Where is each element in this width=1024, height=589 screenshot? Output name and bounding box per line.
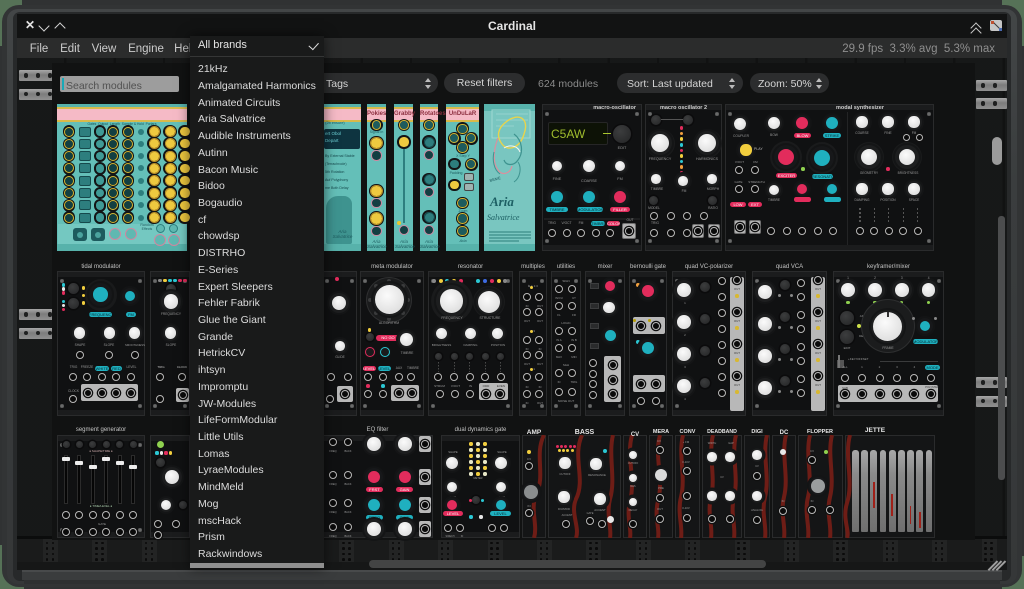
svg-text:Aria: Aria — [489, 194, 514, 209]
svg-text:Salvatrice: Salvatrice — [487, 213, 520, 222]
svg-text:BEME: BEME — [489, 175, 502, 183]
